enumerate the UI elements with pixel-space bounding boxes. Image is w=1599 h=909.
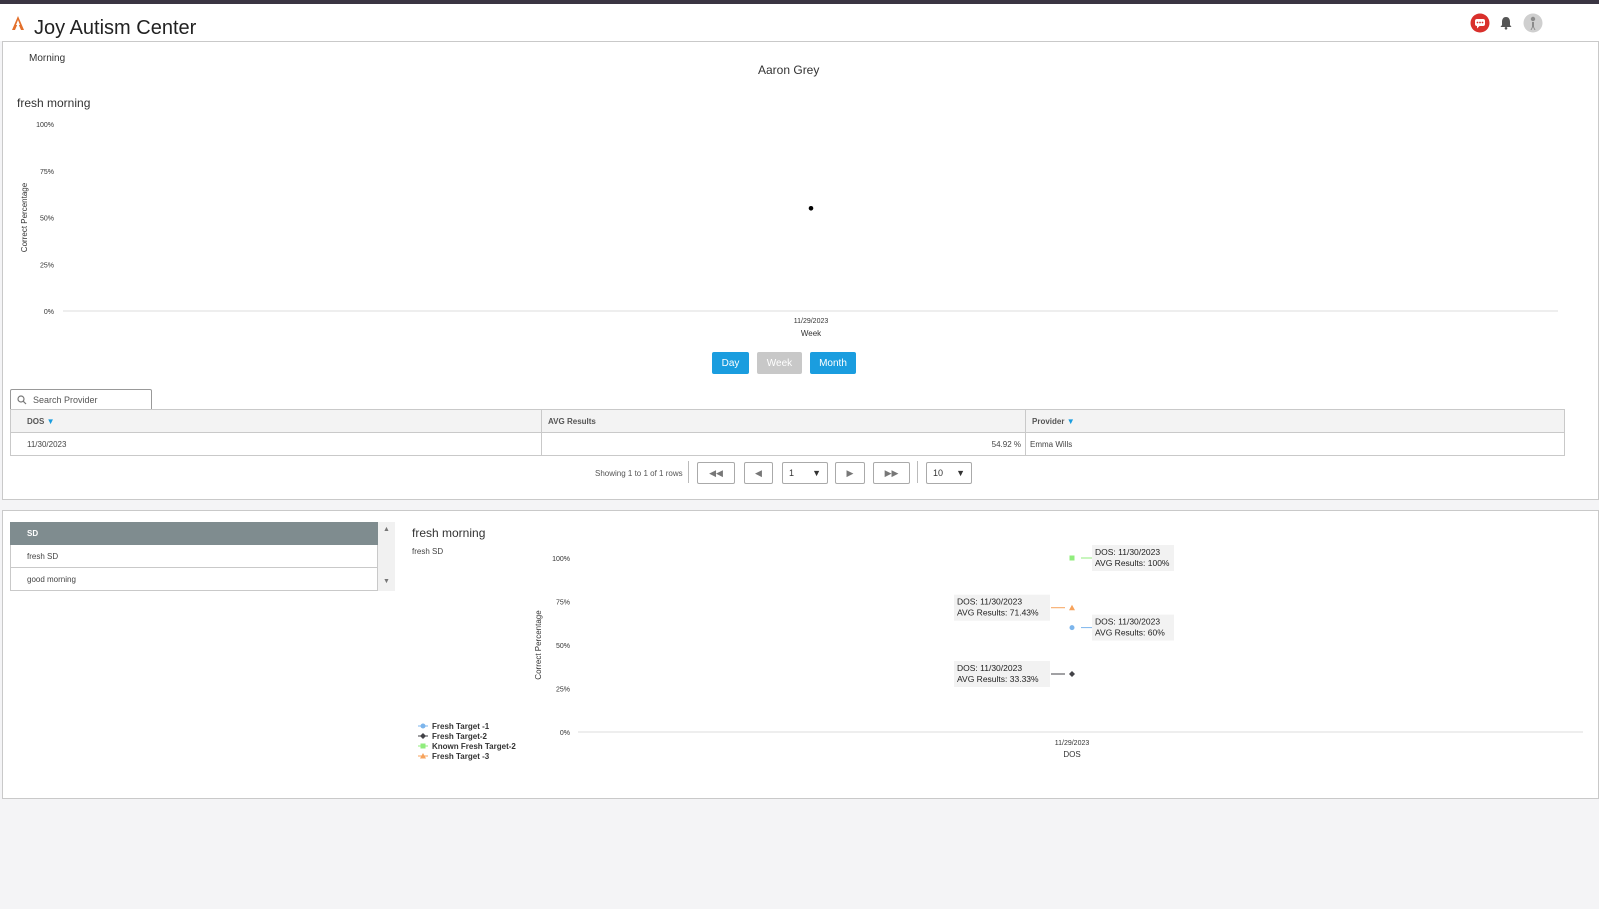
dos-header-label: DOS xyxy=(27,416,45,426)
sd-chart-title: fresh morning xyxy=(412,526,486,540)
tag-d-badge[interactable]: D xyxy=(10,50,26,68)
sd-list: SD fresh SD good morning xyxy=(10,522,378,591)
search-placeholder: Search Provider xyxy=(33,395,98,405)
x-tick-label: 11/29/2023 xyxy=(794,318,829,325)
avg-results-header-label: AVG Results xyxy=(548,416,596,426)
app-logo-icon[interactable] xyxy=(11,15,25,31)
tooltip-avg: AVG Results: 33.33% xyxy=(957,674,1039,684)
y-tick-label: 100% xyxy=(552,556,570,563)
y-tick-label: 0% xyxy=(560,730,570,737)
provider-column-header[interactable]: Provider ▼ xyxy=(1025,409,1565,433)
tooltip-dos: DOS: 11/30/2023 xyxy=(957,663,1022,673)
legend-marker xyxy=(420,723,426,729)
page-size-value: 10 xyxy=(933,468,944,478)
sd-chart: 0% 25% 50% 75% 100% 11/29/2023 DOS Correct Perc… xyxy=(418,545,1583,761)
chat-icon[interactable] xyxy=(1469,12,1491,34)
scroll-up-icon[interactable]: ▲ xyxy=(383,526,390,533)
filter-down-icon: ▼ xyxy=(1066,416,1075,426)
list-item[interactable]: good morning xyxy=(10,568,378,591)
y-axis-label: Correct Percentage xyxy=(534,610,543,680)
table-header-row: DOS ▼ AVG Results Provider ▼ xyxy=(10,409,1565,433)
list-item[interactable]: fresh SD xyxy=(10,545,378,568)
data-point xyxy=(1069,671,1075,678)
data-point xyxy=(1069,604,1075,611)
y-tick-label: 50% xyxy=(40,216,54,223)
tag-d-letter: D xyxy=(14,53,22,65)
tooltip-dos: DOS: 11/30/2023 xyxy=(1095,617,1160,627)
divider xyxy=(917,461,918,483)
chevron-down-icon: ▼ xyxy=(956,468,965,478)
y-tick-label: 50% xyxy=(556,643,570,650)
pagination-info: Showing 1 to 1 of 1 rows xyxy=(595,469,683,478)
week-button[interactable]: Week xyxy=(757,352,802,374)
search-provider-input[interactable]: Search Provider xyxy=(10,389,152,411)
legend-item: Fresh Target -1 xyxy=(432,722,490,731)
y-axis-label: Correct Percentage xyxy=(20,182,29,252)
sd-list-header: SD xyxy=(10,522,378,545)
divider xyxy=(688,461,689,483)
scroll-down-icon[interactable]: ▼ xyxy=(383,578,390,585)
dos-cell: 11/30/2023 xyxy=(10,432,542,456)
legend-item: Known Fresh Target-2 xyxy=(432,742,516,751)
page-size-select[interactable]: 10 ▼ xyxy=(926,462,972,484)
data-point xyxy=(808,205,814,211)
client-name: Aaron Grey xyxy=(758,63,820,77)
user-avatar-icon[interactable] xyxy=(1522,12,1544,34)
data-point xyxy=(1069,555,1075,561)
x-axis-label: Week xyxy=(801,329,822,338)
tooltip-avg: AVG Results: 60% xyxy=(1095,628,1165,638)
next-page-button[interactable]: ▶ xyxy=(835,462,865,484)
y-tick-label: 75% xyxy=(40,169,54,176)
data-point xyxy=(1069,625,1075,631)
avg-results-cell: 54.92 % xyxy=(541,432,1026,456)
day-button[interactable]: Day xyxy=(712,352,749,374)
bell-icon[interactable] xyxy=(1495,12,1517,34)
y-tick-label: 75% xyxy=(556,600,570,607)
tag-p-letter: P xyxy=(14,74,22,86)
y-tick-label: 25% xyxy=(40,262,54,269)
month-button[interactable]: Month xyxy=(810,352,856,374)
sort-down-icon: ▼ xyxy=(46,416,55,426)
y-tick-label: 25% xyxy=(556,687,570,694)
x-axis-label: DOS xyxy=(1063,750,1080,759)
prev-page-button[interactable]: ◀ xyxy=(744,462,773,484)
dos-column-header[interactable]: DOS ▼ xyxy=(10,409,542,433)
avg-results-column-header: AVG Results xyxy=(541,409,1026,433)
tag-p-badge[interactable]: P xyxy=(10,71,26,89)
app-title: Joy Autism Center xyxy=(34,17,197,39)
page-select-value: 1 xyxy=(789,468,795,478)
legend-item: Fresh Target-2 xyxy=(432,732,488,741)
last-page-button[interactable]: ▶▶ xyxy=(873,462,910,484)
legend-item: Fresh Target -3 xyxy=(432,752,490,761)
legend-marker xyxy=(420,743,426,749)
chevron-down-icon: ▼ xyxy=(812,468,821,478)
sd-panel: SD fresh SD good morning ▲ ▼ fresh morni… xyxy=(2,510,1599,799)
provider-cell: Emma Wills xyxy=(1025,432,1565,456)
progress-panel: D Morning P Aaron Grey fresh morning 0% 2… xyxy=(2,41,1599,500)
tooltip-dos: DOS: 11/30/2023 xyxy=(957,597,1022,607)
provider-header-label: Provider xyxy=(1032,416,1065,426)
tag-d-label: Morning xyxy=(29,53,66,64)
table-row[interactable]: 11/30/2023 54.92 % Emma Wills xyxy=(10,432,1565,456)
app-header: Joy Autism Center xyxy=(0,4,1599,41)
y-tick-label: 0% xyxy=(44,309,54,316)
sd-list-scrollbar[interactable]: ▲ ▼ xyxy=(378,522,395,591)
chart-title: fresh morning xyxy=(17,96,91,110)
page-select[interactable]: 1 ▼ xyxy=(782,462,828,484)
tooltip-avg: AVG Results: 100% xyxy=(1095,558,1170,568)
progress-chart: 0% 25% 50% 75% 100% 11/29/2023 Week Correct Per… xyxy=(20,122,1558,338)
first-page-button[interactable]: ◀◀ xyxy=(697,462,735,484)
x-tick-label: 11/29/2023 xyxy=(1055,740,1090,747)
tooltip-avg: AVG Results: 71.43% xyxy=(957,608,1039,618)
y-tick-label: 100% xyxy=(36,122,54,129)
tooltip-dos: DOS: 11/30/2023 xyxy=(1095,547,1160,557)
legend-marker xyxy=(420,733,426,739)
search-icon xyxy=(17,395,27,405)
results-table: DOS ▼ AVG Results Provider ▼ 11/30/2023 … xyxy=(10,409,1565,456)
